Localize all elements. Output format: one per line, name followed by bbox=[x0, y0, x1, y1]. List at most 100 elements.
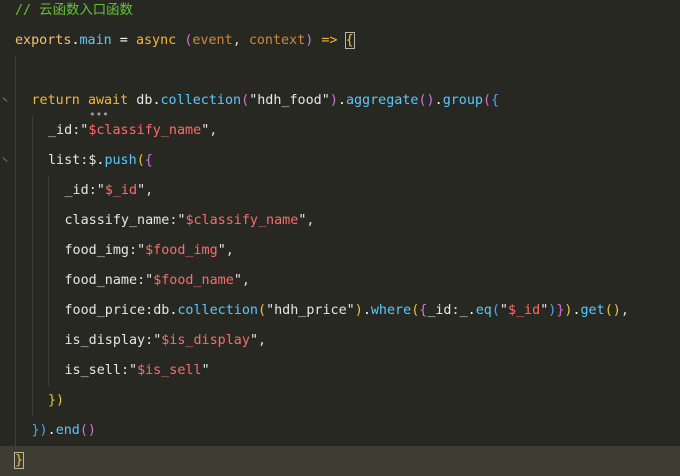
code-token: food_price bbox=[64, 303, 146, 318]
code-token: . bbox=[362, 303, 371, 318]
code-line[interactable]: food_price:db.collection("hdh_price").wh… bbox=[0, 296, 680, 326]
code-token: () bbox=[604, 303, 621, 318]
code-token: $food_name bbox=[153, 273, 234, 288]
code-token: ( bbox=[258, 303, 267, 318]
code-token: { bbox=[144, 153, 153, 168]
indent-guide bbox=[31, 386, 33, 416]
code-token: ( bbox=[491, 303, 500, 318]
code-token: { bbox=[344, 32, 355, 49]
code-token: collection bbox=[160, 93, 242, 108]
indent-guide bbox=[48, 176, 49, 206]
indent-guide bbox=[15, 206, 16, 236]
code-token: group bbox=[442, 93, 483, 108]
code-token: is_display bbox=[64, 333, 146, 348]
code-token: { bbox=[491, 93, 500, 108]
indent-guide bbox=[15, 326, 16, 356]
indent-guide bbox=[48, 296, 49, 326]
code-text: }) bbox=[48, 386, 64, 416]
code-text: is_sell:"$is_sell" bbox=[65, 356, 210, 386]
code-token: $_id bbox=[507, 303, 541, 318]
indent-guide bbox=[48, 326, 49, 356]
code-token: ( bbox=[136, 153, 145, 168]
code-line[interactable]: }).end() bbox=[0, 416, 680, 446]
code-token: await bbox=[87, 93, 129, 108]
code-line[interactable]: _id:"$_id", bbox=[0, 176, 680, 206]
code-token: $classify_name bbox=[185, 213, 299, 228]
code-token: _id bbox=[64, 183, 89, 198]
code-token: . bbox=[467, 303, 476, 318]
code-token: db bbox=[153, 303, 170, 318]
indent-guide bbox=[15, 146, 16, 176]
code-token: , bbox=[620, 303, 629, 318]
code-line[interactable]: food_img:"$food_img", bbox=[0, 236, 680, 266]
indent-guide bbox=[31, 296, 33, 326]
code-token: db bbox=[128, 93, 153, 108]
code-token: " bbox=[137, 183, 146, 198]
code-token: , bbox=[209, 123, 218, 138]
code-token: list bbox=[48, 153, 81, 168]
code-token: } bbox=[13, 452, 25, 469]
code-text: // 云函数入口函数 bbox=[15, 0, 133, 26]
code-token: : bbox=[451, 303, 460, 318]
indent-guide bbox=[48, 236, 49, 266]
indent-guide bbox=[15, 386, 16, 416]
code-token: $is_display bbox=[161, 333, 250, 348]
code-token: " bbox=[249, 333, 258, 348]
code-editor[interactable]: // 云函数入口函数 exports.main = async (event, c… bbox=[0, 0, 680, 476]
indent-guide bbox=[15, 236, 16, 266]
code-line[interactable]: exports.main = async (event, context) =>… bbox=[0, 26, 680, 56]
indent-guide bbox=[15, 116, 16, 146]
code-token: where bbox=[370, 303, 412, 318]
code-text: }).end() bbox=[32, 416, 97, 446]
code-token: : bbox=[88, 183, 97, 198]
suggestion-dots-icon[interactable]: ••• bbox=[89, 109, 109, 120]
code-token: // 云函数入口函数 bbox=[15, 3, 133, 18]
indent-guide bbox=[31, 176, 33, 206]
indent-guide bbox=[31, 266, 33, 296]
code-token: ( bbox=[241, 93, 250, 108]
code-token: exports bbox=[15, 33, 72, 48]
code-text: food_name:"$food_name", bbox=[65, 266, 250, 296]
indent-guide bbox=[15, 56, 16, 86]
code-token: , bbox=[258, 333, 267, 348]
code-text: classify_name:"$classify_name", bbox=[65, 206, 315, 236]
code-token: context bbox=[248, 33, 306, 48]
indent-guide bbox=[31, 326, 33, 356]
code-line[interactable]: is_sell:"$is_sell" bbox=[0, 356, 680, 386]
indent-guide bbox=[15, 296, 16, 326]
code-line[interactable]: list:$.push({ bbox=[0, 146, 680, 176]
code-line[interactable] bbox=[0, 56, 680, 86]
code-token: . bbox=[71, 33, 80, 48]
code-token: . bbox=[337, 93, 346, 108]
code-token: : bbox=[120, 363, 129, 378]
code-line[interactable]: } bbox=[0, 446, 680, 476]
code-token: food_name bbox=[64, 273, 138, 288]
code-token: . bbox=[47, 423, 56, 438]
code-line[interactable]: // 云函数入口函数 bbox=[0, 0, 680, 26]
code-token: . bbox=[572, 303, 581, 318]
code-token: " bbox=[145, 273, 154, 288]
indent-guide bbox=[48, 206, 49, 236]
code-token: return bbox=[31, 93, 80, 108]
code-token: () bbox=[79, 423, 96, 438]
code-text: exports.main = async (event, context) =>… bbox=[15, 26, 355, 56]
code-line[interactable]: }) bbox=[0, 386, 680, 416]
code-token: "hdh_food" bbox=[249, 93, 330, 108]
code-token: aggregate bbox=[345, 93, 419, 108]
code-token: " bbox=[96, 183, 105, 198]
code-token: }) bbox=[48, 393, 65, 408]
code-line[interactable]: food_name:"$food_name", bbox=[0, 266, 680, 296]
code-token: , bbox=[225, 243, 234, 258]
code-token: : bbox=[129, 243, 138, 258]
indent-guide bbox=[48, 356, 49, 386]
code-line[interactable]: is_display:"$is_display", bbox=[0, 326, 680, 356]
code-token: $is_sell bbox=[137, 363, 202, 378]
code-text: list:$.push({ bbox=[48, 146, 153, 176]
code-token: get bbox=[580, 303, 605, 318]
indent-guide bbox=[31, 146, 33, 176]
code-token: ( bbox=[483, 93, 492, 108]
code-token: async bbox=[135, 33, 177, 48]
code-line[interactable]: classify_name:"$classify_name", bbox=[0, 206, 680, 236]
indent-guide bbox=[31, 356, 33, 386]
